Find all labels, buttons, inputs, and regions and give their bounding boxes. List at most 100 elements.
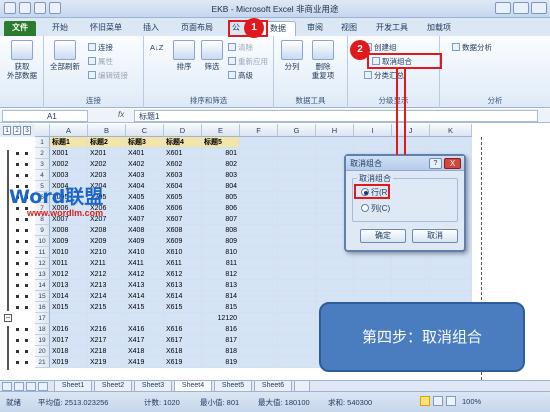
cell-d2[interactable]: X601 [164, 148, 202, 159]
cell-i12[interactable] [354, 258, 392, 269]
cell-a2[interactable]: X001 [50, 148, 88, 159]
cell-d8[interactable]: X607 [164, 214, 202, 225]
cell-e11[interactable]: 810 [202, 247, 240, 258]
cell-g4[interactable] [278, 170, 316, 181]
cell-f8[interactable] [240, 214, 278, 225]
cell-c3[interactable]: X402 [126, 159, 164, 170]
cell-a16[interactable]: X015 [50, 302, 88, 313]
connections-button[interactable]: 连接 [88, 42, 113, 53]
cell-k13[interactable] [430, 269, 472, 280]
cell-g15[interactable] [278, 291, 316, 302]
cell-f19[interactable] [240, 335, 278, 346]
cell-h12[interactable] [316, 258, 354, 269]
sheet-nav-arrow-icon[interactable] [38, 382, 48, 391]
cell-e15[interactable]: 814 [202, 291, 240, 302]
cell-b14[interactable]: X213 [88, 280, 126, 291]
tab-view[interactable]: 视图 [334, 21, 364, 36]
edit-links-button[interactable]: 编辑链接 [88, 70, 128, 81]
cell-c2[interactable]: X401 [126, 148, 164, 159]
cell-g10[interactable] [278, 236, 316, 247]
cell-h13[interactable] [316, 269, 354, 280]
outline-level-1[interactable]: 1 [3, 126, 11, 135]
column-header-a[interactable]: A [50, 124, 88, 137]
properties-button[interactable]: 属性 [88, 56, 113, 67]
tab-page-layout[interactable]: 页面布局 [172, 21, 222, 36]
sort-button[interactable]: 排序 [170, 40, 198, 71]
row-header[interactable]: 11 [35, 247, 50, 258]
column-header-i[interactable]: I [354, 124, 392, 137]
cell-k15[interactable] [430, 291, 472, 302]
column-header-b[interactable]: B [88, 124, 126, 137]
cell-a1[interactable]: 标题1 [50, 137, 88, 148]
cell-a17[interactable] [50, 313, 88, 324]
cell-f11[interactable] [240, 247, 278, 258]
page-break-view-icon[interactable] [446, 396, 456, 406]
row-header[interactable]: 9 [35, 225, 50, 236]
cell-d17[interactable] [164, 313, 202, 324]
cell-b16[interactable]: X215 [88, 302, 126, 313]
cell-i15[interactable] [354, 291, 392, 302]
row-header[interactable]: 4 [35, 170, 50, 181]
cell-f18[interactable] [240, 324, 278, 335]
row-header[interactable]: 18 [35, 324, 50, 335]
tab-classic-menu[interactable]: 怀旧菜单 [82, 21, 130, 36]
cell-g6[interactable] [278, 192, 316, 203]
cell-j14[interactable] [392, 280, 430, 291]
row-header[interactable]: 10 [35, 236, 50, 247]
clear-button[interactable]: 清除 [228, 42, 253, 53]
cell-f14[interactable] [240, 280, 278, 291]
cell-d10[interactable]: X609 [164, 236, 202, 247]
cell-c13[interactable]: X412 [126, 269, 164, 280]
cell-b11[interactable]: X210 [88, 247, 126, 258]
cell-f16[interactable] [240, 302, 278, 313]
cell-g18[interactable] [278, 324, 316, 335]
cell-e6[interactable]: 805 [202, 192, 240, 203]
cell-f3[interactable] [240, 159, 278, 170]
row-header[interactable]: 17 [35, 313, 50, 324]
get-external-data-button[interactable]: 获取 外部数据 [4, 40, 40, 80]
cell-b1[interactable]: 标题2 [88, 137, 126, 148]
name-box[interactable]: A1 [2, 110, 88, 122]
row-header[interactable]: 14 [35, 280, 50, 291]
cell-d14[interactable]: X613 [164, 280, 202, 291]
cell-e9[interactable]: 808 [202, 225, 240, 236]
maximize-button[interactable] [513, 2, 529, 14]
cell-d6[interactable]: X605 [164, 192, 202, 203]
cell-e18[interactable]: 816 [202, 324, 240, 335]
cell-g13[interactable] [278, 269, 316, 280]
cell-d18[interactable]: X616 [164, 324, 202, 335]
cell-d3[interactable]: X602 [164, 159, 202, 170]
cell-g19[interactable] [278, 335, 316, 346]
cell-d21[interactable]: X619 [164, 357, 202, 368]
tab-addins[interactable]: 加载项 [420, 21, 458, 36]
row-header[interactable]: 3 [35, 159, 50, 170]
tab-home[interactable]: 开始 [44, 21, 76, 36]
cell-c11[interactable]: X410 [126, 247, 164, 258]
cell-e19[interactable]: 817 [202, 335, 240, 346]
cell-f20[interactable] [240, 346, 278, 357]
advanced-button[interactable]: 高级 [228, 70, 253, 81]
cell-g21[interactable] [278, 357, 316, 368]
cell-c5[interactable]: X404 [126, 181, 164, 192]
column-header-f[interactable]: F [240, 124, 278, 137]
cell-c7[interactable]: X406 [126, 203, 164, 214]
column-header-c[interactable]: C [126, 124, 164, 137]
ok-button[interactable]: 确定 [360, 229, 406, 243]
cell-f9[interactable] [240, 225, 278, 236]
cell-e12[interactable]: 811 [202, 258, 240, 269]
cell-f10[interactable] [240, 236, 278, 247]
cell-h14[interactable] [316, 280, 354, 291]
cell-h15[interactable] [316, 291, 354, 302]
cell-d11[interactable]: X610 [164, 247, 202, 258]
cell-e4[interactable]: 803 [202, 170, 240, 181]
cell-f17[interactable] [240, 313, 278, 324]
cell-c9[interactable]: X408 [126, 225, 164, 236]
cell-c18[interactable]: X416 [126, 324, 164, 335]
zoom-level[interactable]: 100% [462, 397, 481, 406]
cell-b3[interactable]: X202 [88, 159, 126, 170]
tab-review[interactable]: 审阅 [300, 21, 330, 36]
column-header-h[interactable]: H [316, 124, 354, 137]
row-header[interactable]: 13 [35, 269, 50, 280]
cell-c14[interactable]: X413 [126, 280, 164, 291]
cell-e5[interactable]: 804 [202, 181, 240, 192]
